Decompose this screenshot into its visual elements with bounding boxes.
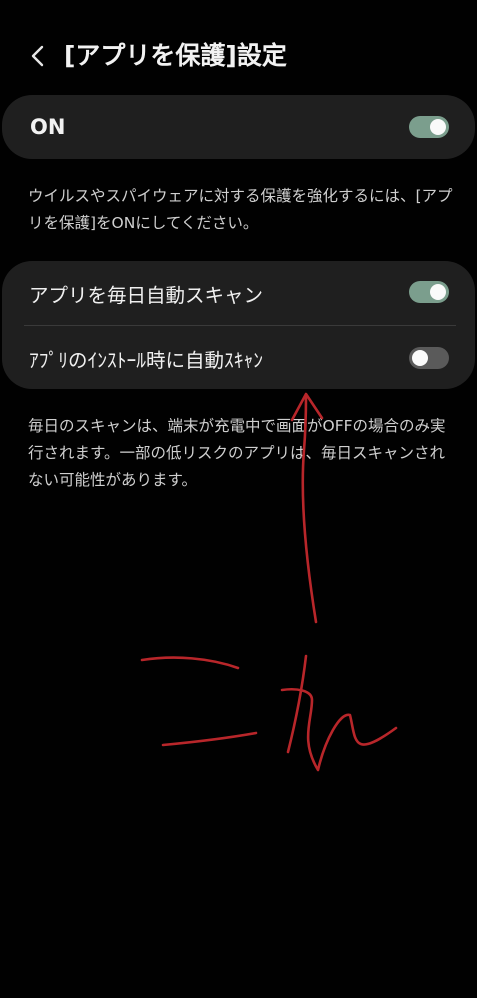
handwritten-ko-bottom [161,731,258,747]
daily-scan-label: アプリを毎日自動スキャン [29,284,264,307]
chevron-left-icon [31,45,44,67]
back-button[interactable] [20,38,56,74]
toggle-knob [412,350,428,366]
install-scan-toggle[interactable] [409,347,449,369]
handwritten-re-stem [286,654,308,754]
protection-description: ウイルスやスパイウェアに対する保護を強化するには、[アプリを保護]をONにしてく… [28,187,453,232]
setting-row-install-scan[interactable]: ｱﾌﾟﾘのｲﾝｽﾄｰﾙ時に自動ｽｷｬﾝ [2,326,475,389]
toggle-knob [430,119,446,135]
daily-scan-description: 毎日のスキャンは、端末が充電中で画面がOFFの場合のみ実行されます。一部の低リス… [28,417,446,489]
scan-settings-card: アプリを毎日自動スキャン ｱﾌﾟﾘのｲﾝｽﾄｰﾙ時に自動ｽｷｬﾝ [2,261,475,389]
master-switch-label: ON [30,115,66,139]
handwritten-ko-top [140,656,240,670]
handwritten-re-body [280,688,398,772]
page-title: [アプリを保護]設定 [64,41,287,70]
toggle-knob [430,284,446,300]
install-scan-label: ｱﾌﾟﾘのｲﾝｽﾄｰﾙ時に自動ｽｷｬﾝ [29,349,264,372]
master-switch-card[interactable]: ON [2,95,475,159]
master-switch-toggle[interactable] [409,116,449,138]
daily-scan-toggle[interactable] [409,281,449,303]
setting-row-daily-scan[interactable]: アプリを毎日自動スキャン [2,261,475,325]
